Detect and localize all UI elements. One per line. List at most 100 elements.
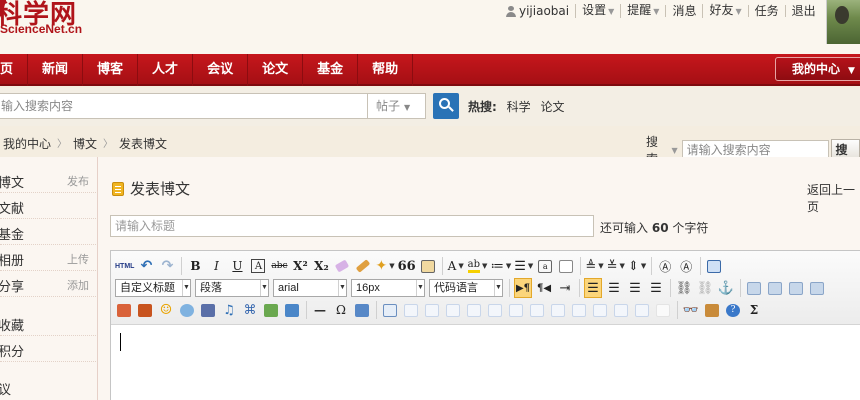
image-left-icon[interactable] — [766, 278, 784, 298]
scrawl-icon[interactable] — [178, 300, 196, 320]
formula-button[interactable]: Σ — [745, 300, 763, 320]
multi-image-icon[interactable] — [136, 300, 154, 320]
print-icon[interactable] — [703, 300, 721, 320]
strikethrough-button[interactable]: abc — [270, 256, 288, 276]
insert-paragraph-before-table-icon[interactable] — [423, 300, 441, 320]
insert-video-icon[interactable] — [199, 300, 217, 320]
search-type-select[interactable]: 帖子 ▼ — [368, 93, 426, 119]
code-language-select[interactable]: 代码语言 ▼ — [429, 279, 503, 297]
sidebar-item-literature[interactable]: 文献 — [0, 193, 98, 219]
tasks-link[interactable]: 任务 — [747, 5, 785, 17]
align-center-icon[interactable]: ☰ — [605, 278, 623, 298]
unlink-icon[interactable]: ⛓ — [696, 278, 714, 298]
superscript-button[interactable]: X² — [291, 256, 309, 276]
delete-col-icon[interactable] — [507, 300, 525, 320]
add-link[interactable]: 添加 — [67, 277, 89, 293]
undo-icon[interactable]: ↶ — [137, 256, 155, 276]
date-icon[interactable] — [353, 300, 371, 320]
logout-link[interactable]: 退出 — [784, 5, 822, 17]
link-icon[interactable]: ⛓ — [675, 278, 693, 298]
title-input[interactable]: 请输入标题 — [110, 215, 594, 237]
sidebar-item-fund[interactable]: 基金 — [0, 219, 98, 245]
sidebar-item-album[interactable]: 相册 上传 — [0, 245, 98, 271]
redo-icon[interactable]: ↷ — [158, 256, 176, 276]
messages-link[interactable]: 消息 — [665, 5, 702, 17]
publish-link[interactable]: 发布 — [67, 173, 89, 189]
subscript-button[interactable]: X₂ — [312, 256, 330, 276]
italic-button[interactable]: I — [207, 256, 225, 276]
underline-button[interactable]: U — [228, 256, 246, 276]
nav-item-home[interactable]: 页 — [0, 54, 29, 86]
indent-icon[interactable]: ⇥ — [556, 278, 574, 298]
ordered-list-icon[interactable]: ≔ ▼ — [490, 256, 511, 276]
heading-select[interactable]: 自定义标题 ▼ — [115, 279, 191, 297]
attachment-icon[interactable]: ⌘ — [241, 300, 259, 320]
friends-menu[interactable]: 好友 ▼ — [702, 4, 747, 18]
nav-item-talent[interactable]: 人才 — [138, 54, 194, 86]
auto-format-icon[interactable]: ✦ ▼ — [375, 256, 394, 276]
breadcrumb-item[interactable]: 我的中心 — [3, 135, 51, 152]
anchor-icon[interactable]: ⚓ — [717, 278, 735, 298]
table-props-icon[interactable] — [654, 300, 672, 320]
row-spacing-top-icon[interactable]: ≜ ▼ — [585, 256, 603, 276]
site-logo-en[interactable]: ScienceNet.cn — [0, 22, 82, 36]
clear-doc-icon[interactable] — [557, 256, 575, 276]
paste-text-icon[interactable] — [419, 256, 437, 276]
font-color-button[interactable]: A ▼ — [447, 256, 465, 276]
editor-content-area[interactable] — [111, 325, 860, 400]
special-char-button[interactable]: Ω — [332, 300, 350, 320]
nav-item-news[interactable]: 新闻 — [28, 54, 84, 86]
align-left-icon[interactable]: ☰ — [584, 278, 602, 298]
nav-item-paper[interactable]: 论文 — [248, 54, 304, 86]
sidebar-item-share[interactable]: 分享 添加 — [0, 271, 98, 297]
paragraph-select[interactable]: 段落 ▼ — [195, 279, 269, 297]
breadcrumb-item[interactable]: 博文 — [73, 135, 97, 152]
select-all-icon[interactable]: a — [536, 256, 554, 276]
delete-table-icon[interactable] — [402, 300, 420, 320]
font-border-button[interactable]: A — [251, 259, 266, 273]
image-none-icon[interactable] — [745, 278, 763, 298]
avatar[interactable] — [826, 0, 860, 44]
eraser-icon[interactable] — [333, 256, 351, 276]
help-icon[interactable]: ? — [724, 300, 742, 320]
back-link[interactable]: 返回上一页 — [807, 181, 860, 215]
preview-icon[interactable] — [705, 256, 723, 276]
search-replace-icon[interactable]: 👓 — [682, 300, 700, 320]
split-cols-icon[interactable] — [633, 300, 651, 320]
merge-right-icon[interactable] — [549, 300, 567, 320]
insert-col-icon[interactable] — [486, 300, 504, 320]
reminders-menu[interactable]: 提醒 ▼ — [620, 4, 665, 18]
search-button[interactable] — [433, 93, 459, 119]
ltr-paragraph-icon[interactable]: ▶¶ — [514, 278, 532, 298]
font-size-select[interactable]: 16px ▼ — [351, 279, 425, 297]
merge-down-icon[interactable] — [570, 300, 588, 320]
bold-button[interactable]: B — [186, 256, 204, 276]
map-icon[interactable] — [262, 300, 280, 320]
search-input[interactable]: 输入搜索内容 — [0, 93, 368, 119]
line-height-icon[interactable]: ⇕ ▼ — [628, 256, 646, 276]
my-center-button[interactable]: 我的中心 ▼ — [775, 57, 860, 81]
insert-table-icon[interactable] — [381, 300, 399, 320]
nav-item-fund[interactable]: 基金 — [303, 54, 359, 86]
format-brush-icon[interactable] — [354, 256, 372, 276]
image-right-icon[interactable] — [787, 278, 805, 298]
nav-item-meeting[interactable]: 会议 — [193, 54, 249, 86]
font-family-select[interactable]: arial ▼ — [273, 279, 347, 297]
web-image-icon[interactable] — [283, 300, 301, 320]
settings-menu[interactable]: 设置 ▼ — [575, 4, 620, 18]
unordered-list-icon[interactable]: ☰ ▼ — [514, 256, 533, 276]
sidebar-item-proposal[interactable]: 议 — [0, 374, 98, 400]
music-icon[interactable]: ♫ — [220, 300, 238, 320]
sidebar-item-favorites[interactable]: 收藏 — [0, 310, 98, 336]
hot-term-link[interactable]: 论文 — [540, 100, 564, 114]
text-direction-rtl-icon[interactable]: Ⓐ — [677, 256, 695, 276]
image-center-icon[interactable] — [808, 278, 826, 298]
row-spacing-bottom-icon[interactable]: ≚ ▼ — [607, 256, 625, 276]
sidebar-item-blog[interactable]: 博文 发布 — [0, 167, 98, 193]
blockquote-button[interactable]: 66 — [398, 256, 416, 276]
emoticon-icon[interactable]: ☺ — [157, 300, 175, 320]
hot-term-link[interactable]: 科学 — [507, 100, 531, 114]
chevron-down-icon[interactable]: ▼ — [672, 146, 678, 155]
rtl-paragraph-icon[interactable]: ¶◀ — [535, 278, 553, 298]
sidebar-item-points[interactable]: 积分 — [0, 336, 98, 362]
